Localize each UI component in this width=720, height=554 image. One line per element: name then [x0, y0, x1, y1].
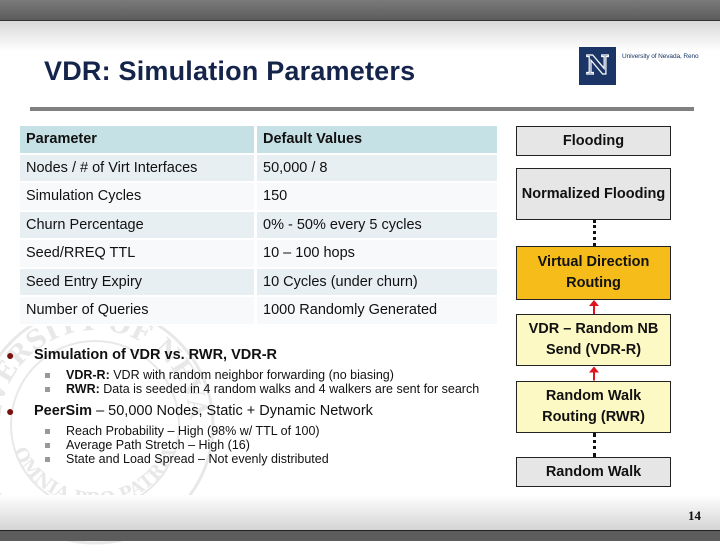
bullet-bold-text: PeerSim	[34, 403, 93, 419]
table-header-row: Parameter Default Values	[20, 126, 497, 155]
flow-box-random-walk-routing: Random Walk Routing (RWR)	[516, 381, 671, 433]
bullet-group-simulation: ● Simulation of VDR vs. RWR, VDR-R VDR-R…	[0, 346, 500, 396]
parameters-table: Parameter Default Values Nodes / # of Vi…	[20, 126, 497, 326]
value-cell: 0% - 50% every 5 cycles	[257, 211, 497, 240]
sub-bullet-text: Reach Probability – High (98% w/ TTL of …	[66, 424, 320, 438]
column-header-parameter: Parameter	[20, 126, 257, 155]
flow-box-virtual-direction-routing: Virtual Direction Routing	[516, 246, 671, 300]
sub-bullet-label: RWR:	[66, 382, 100, 396]
value-cell: 10 – 100 hops	[257, 240, 497, 269]
sub-bullet-item: Average Path Stretch – High (16)	[0, 438, 500, 452]
parameter-cell: Seed/RREQ TTL	[20, 240, 257, 269]
table-row: Number of Queries 1000 Randomly Generate…	[20, 297, 497, 326]
sub-bullet-item: Reach Probability – High (98% w/ TTL of …	[0, 424, 500, 438]
sub-bullet-item: State and Load Spread – Not evenly distr…	[0, 452, 500, 466]
dotted-connector	[593, 433, 596, 457]
square-bullet-icon	[45, 387, 50, 392]
bullet-group-peersim: ● PeerSim – 50,000 Nodes, Static + Dynam…	[0, 402, 500, 466]
university-logo: N University of Nevada, Reno	[579, 47, 699, 85]
bullet-item: ● Simulation of VDR vs. RWR, VDR-R	[0, 346, 500, 365]
sub-bullet-text: VDR with random neighbor forwarding (no …	[109, 368, 394, 382]
sub-bullet-text: Average Path Stretch – High (16)	[66, 438, 250, 452]
sub-bullet-text: Data is seeded in 4 random walks and 4 w…	[99, 382, 480, 396]
value-cell: 50,000 / 8	[257, 154, 497, 183]
sub-bullet-text: State and Load Spread – Not evenly distr…	[66, 452, 329, 466]
table-row: Seed/RREQ TTL 10 – 100 hops	[20, 240, 497, 269]
page-number: 14	[688, 508, 701, 523]
value-cell: 150	[257, 183, 497, 212]
square-bullet-icon	[45, 443, 50, 448]
bottom-gradient	[0, 495, 720, 530]
table-row: Churn Percentage 0% - 50% every 5 cycles	[20, 211, 497, 240]
parameter-cell: Number of Queries	[20, 297, 257, 326]
value-cell: 10 Cycles (under churn)	[257, 268, 497, 297]
logo-badge: N	[579, 47, 616, 85]
value-cell: 1000 Randomly Generated	[257, 297, 497, 326]
square-bullet-icon	[45, 457, 50, 462]
top-banner-bar	[0, 0, 720, 21]
sub-bullet-item: VDR-R: VDR with random neighbor forwardi…	[0, 368, 500, 382]
sub-bullet-label: VDR-R:	[66, 368, 110, 382]
bullet-dot-icon: ●	[6, 347, 15, 363]
flow-box-flooding: Flooding	[516, 126, 671, 156]
table-row: Seed Entry Expiry 10 Cycles (under churn…	[20, 268, 497, 297]
flow-box-normalized-flooding: Normalized Flooding	[516, 168, 671, 220]
flow-box-vdr-random-nb: VDR – Random NB Send (VDR-R)	[516, 314, 671, 366]
parameter-cell: Simulation Cycles	[20, 183, 257, 212]
bottom-banner-bar	[0, 530, 720, 541]
flow-box-random-walk: Random Walk	[516, 457, 671, 487]
bullet-dot-icon: ●	[6, 403, 15, 419]
square-bullet-icon	[45, 429, 50, 434]
up-arrow-icon	[589, 366, 599, 381]
logo-letter: N	[585, 51, 610, 81]
title-divider	[30, 107, 694, 111]
dotted-connector	[593, 220, 596, 246]
column-header-default-values: Default Values	[257, 126, 497, 155]
table-row: Simulation Cycles 150	[20, 183, 497, 212]
slide-title: VDR: Simulation Parameters	[44, 56, 416, 86]
sub-bullet-item: RWR: Data is seeded in 4 random walks an…	[0, 382, 500, 396]
parameter-cell: Churn Percentage	[20, 211, 257, 240]
parameter-cell: Nodes / # of Virt Interfaces	[20, 154, 257, 183]
logo-text: University of Nevada, Reno	[622, 53, 699, 60]
bullet-text: – 50,000 Nodes, Static + Dynamic Network	[92, 403, 373, 419]
parameter-cell: Seed Entry Expiry	[20, 268, 257, 297]
square-bullet-icon	[45, 373, 50, 378]
bullet-list: ● Simulation of VDR vs. RWR, VDR-R VDR-R…	[0, 346, 500, 472]
up-arrow-icon	[589, 300, 599, 314]
bullet-bold-text: Simulation of VDR vs. RWR, VDR-R	[34, 347, 278, 363]
bullet-item: ● PeerSim – 50,000 Nodes, Static + Dynam…	[0, 402, 500, 421]
table-row: Nodes / # of Virt Interfaces 50,000 / 8	[20, 154, 497, 183]
